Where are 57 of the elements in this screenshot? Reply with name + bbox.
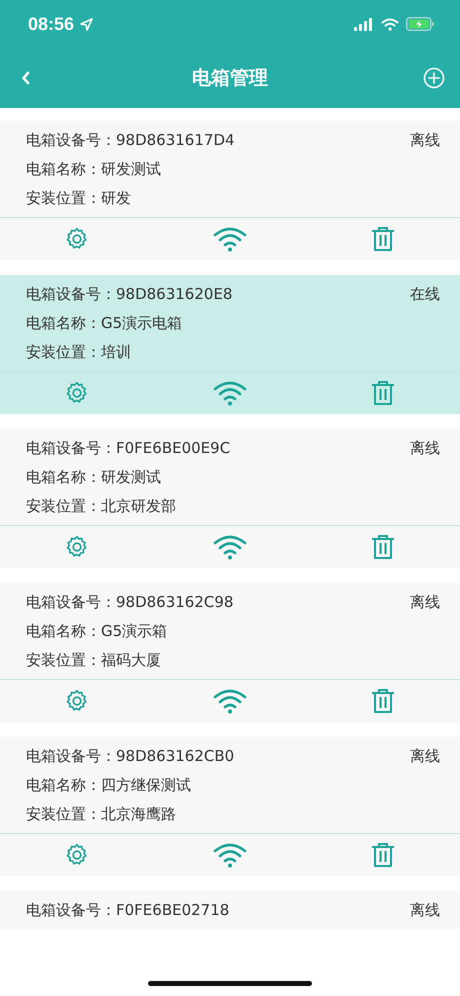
- wifi-button[interactable]: [212, 380, 247, 406]
- device-id-text: 电箱设备号：F0FE6BE00E9C: [26, 438, 230, 459]
- device-id-text: 电箱设备号：98D863162CB0: [26, 746, 234, 767]
- status-text: 离线: [410, 592, 440, 613]
- wifi-button[interactable]: [212, 226, 247, 252]
- device-id-text: 电箱设备号：F0FE6BE02718: [26, 900, 230, 921]
- battery-icon: [406, 17, 434, 31]
- status-text: 离线: [410, 130, 440, 151]
- device-id-text: 电箱设备号：98D8631620E8: [26, 284, 232, 305]
- device-name-text: 电箱名称：研发测试: [26, 467, 162, 488]
- status-text: 离线: [410, 900, 440, 921]
- wifi-button[interactable]: [212, 534, 247, 560]
- delete-button[interactable]: [371, 842, 396, 868]
- device-card[interactable]: 电箱设备号：98D8631617D4 离线 电箱名称：研发测试 安装位置：研发: [0, 121, 460, 260]
- back-icon: [21, 71, 31, 85]
- device-name-text: 电箱名称：G5演示电箱: [26, 313, 184, 334]
- device-card[interactable]: 电箱设备号：98D8631620E8 在线 电箱名称：G5演示电箱 安装位置：培训: [0, 275, 460, 414]
- trash-icon: [371, 534, 396, 560]
- device-name-text: 电箱名称：G5演示箱: [26, 621, 168, 642]
- wifi-icon: [212, 688, 247, 714]
- status-text: 在线: [410, 284, 440, 305]
- wifi-status-icon: [381, 18, 399, 30]
- device-name-text: 电箱名称：四方继保测试: [26, 775, 192, 796]
- location-text: 安装位置：北京研发部: [26, 496, 177, 517]
- wifi-icon: [212, 842, 247, 868]
- delete-button[interactable]: [371, 688, 396, 714]
- page-title: 电箱管理: [192, 66, 268, 91]
- location-text: 安装位置：北京海鹰路: [26, 804, 177, 825]
- add-icon: [423, 67, 445, 89]
- location-arrow-icon: [80, 18, 94, 30]
- delete-button[interactable]: [371, 226, 396, 252]
- wifi-icon: [212, 534, 247, 560]
- trash-icon: [371, 226, 396, 252]
- location-text: 安装位置：福码大厦: [26, 650, 162, 671]
- wifi-icon: [212, 226, 247, 252]
- clock-text: 08:56: [28, 14, 74, 34]
- wifi-button[interactable]: [212, 688, 247, 714]
- device-card[interactable]: 电箱设备号：F0FE6BE00E9C 离线 电箱名称：研发测试 安装位置：北京研发部: [0, 429, 460, 568]
- wifi-icon: [212, 380, 247, 406]
- trash-icon: [371, 380, 396, 406]
- wifi-button[interactable]: [212, 842, 247, 868]
- signal-icon: [354, 18, 374, 30]
- device-card[interactable]: 电箱设备号：F0FE6BE02718 离线: [0, 891, 460, 929]
- trash-icon: [371, 842, 396, 868]
- location-text: 安装位置：研发: [26, 188, 132, 209]
- status-text: 离线: [410, 746, 440, 767]
- trash-icon: [371, 688, 396, 714]
- status-text: 离线: [410, 438, 440, 459]
- device-card[interactable]: 电箱设备号：98D863162CB0 离线 电箱名称：四方继保测试 安装位置：北京海鹰路: [0, 737, 460, 876]
- delete-button[interactable]: [371, 380, 396, 406]
- device-card[interactable]: 电箱设备号：98D863162C98 离线 电箱名称：G5演示箱 安装位置：福码大厦: [0, 583, 460, 722]
- add-button[interactable]: [422, 66, 446, 90]
- device-id-text: 电箱设备号：98D8631617D4: [26, 130, 235, 151]
- delete-button[interactable]: [371, 534, 396, 560]
- device-id-text: 电箱设备号：98D863162C98: [26, 592, 234, 613]
- device-name-text: 电箱名称：研发测试: [26, 159, 162, 180]
- location-text: 安装位置：培训: [26, 342, 132, 363]
